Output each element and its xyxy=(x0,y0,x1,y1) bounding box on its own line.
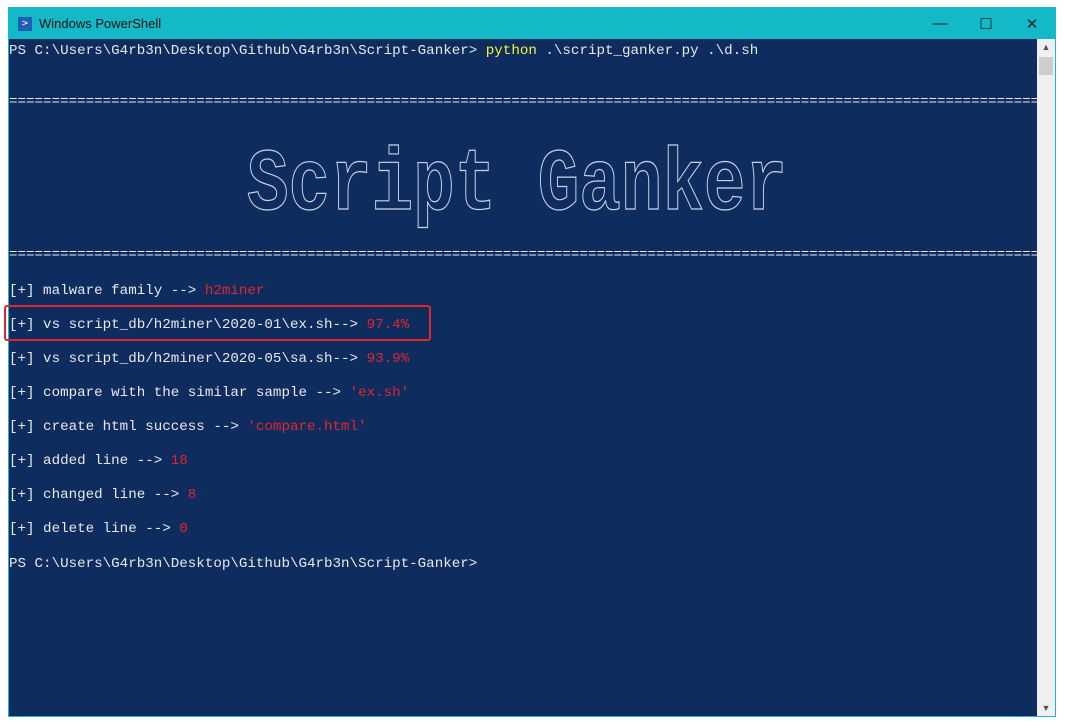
output-value: h2miner xyxy=(204,283,265,299)
output-value: 18 xyxy=(170,453,188,469)
output-line: [+] delete line --> 0 xyxy=(9,519,188,539)
prompt: PS C:\Users\G4rb3n\Desktop\Github\G4rb3n… xyxy=(9,43,486,59)
title-bar[interactable]: > Windows PowerShell — ☐ ✕ xyxy=(9,8,1055,39)
output-label: [+] vs script_db/h2miner\2020-05\sa.sh--… xyxy=(9,351,367,367)
output-line: [+] compare with the similar sample --> … xyxy=(9,383,409,403)
output-label: [+] changed line --> xyxy=(9,487,188,503)
output-label: [+] compare with the similar sample --> xyxy=(9,385,350,401)
command-line: PS C:\Users\G4rb3n\Desktop\Github\G4rb3n… xyxy=(9,41,758,61)
output-line: [+] vs script_db/h2miner\2020-05\sa.sh--… xyxy=(9,349,409,369)
scroll-down-icon[interactable]: ▼ xyxy=(1037,700,1055,716)
output-line: [+] create html success --> 'compare.htm… xyxy=(9,417,367,437)
output-value: 'ex.sh' xyxy=(349,385,410,401)
output-value: 93.9% xyxy=(366,351,410,367)
output-line: [+] changed line --> 8 xyxy=(9,485,196,505)
output-label: [+] create html success --> xyxy=(9,419,248,435)
output-label: [+] delete line --> xyxy=(9,521,180,537)
output-line: [+] added line --> 18 xyxy=(9,451,188,471)
output-label: [+] malware family --> xyxy=(9,283,205,299)
powershell-window: > Windows PowerShell — ☐ ✕ PS C:\Users\G… xyxy=(8,7,1056,717)
separator-top: ========================================… xyxy=(9,94,1037,110)
window-title: Windows PowerShell xyxy=(39,16,162,31)
output-value: 0 xyxy=(179,521,188,537)
minimize-button[interactable]: — xyxy=(917,8,963,39)
scrollbar-thumb[interactable] xyxy=(1039,57,1053,75)
close-button[interactable]: ✕ xyxy=(1009,8,1055,39)
separator-bottom: ========================================… xyxy=(9,247,1037,263)
output-line: [+] malware family --> h2miner xyxy=(9,281,264,301)
command-args: .\script_ganker.py .\d.sh xyxy=(536,43,759,59)
maximize-button[interactable]: ☐ xyxy=(963,8,1009,39)
script-ganker-ascii-banner: Script Ganker xyxy=(246,136,787,236)
final-prompt: PS C:\Users\G4rb3n\Desktop\Github\G4rb3n… xyxy=(9,556,478,572)
highlight-box xyxy=(4,305,431,341)
output-value: 8 xyxy=(187,487,197,503)
output-label: [+] added line --> xyxy=(9,453,171,469)
scroll-up-icon[interactable]: ▲ xyxy=(1037,39,1055,55)
powershell-icon: > xyxy=(18,16,32,31)
output-value: 'compare.html' xyxy=(247,419,367,435)
command: python xyxy=(485,43,537,59)
vertical-scrollbar[interactable]: ▲ ▼ xyxy=(1037,39,1055,716)
banner-text: Script Ganker xyxy=(247,137,787,236)
